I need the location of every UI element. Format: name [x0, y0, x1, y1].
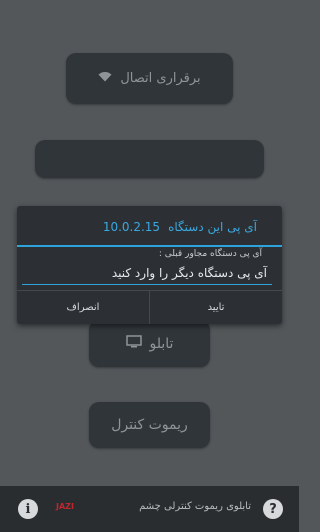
neighbor-ip-label: آی پی دستگاه مجاور قبلی :: [158, 249, 262, 259]
confirm-button[interactable]: تایید: [150, 291, 282, 324]
wifi-icon: [98, 71, 112, 86]
dialog-button-row: انصراف تایید: [17, 290, 282, 324]
dialog-title-divider: [17, 245, 282, 247]
neighbor-ip-input[interactable]: آی پی دستگاه دیگر را وارد کنید: [22, 261, 272, 285]
app-name: تابلوی ریموت کنترلی چشم: [139, 501, 251, 512]
remote-control-button[interactable]: ریموت کنترل: [89, 402, 210, 448]
tablo-button[interactable]: تابلو: [89, 320, 210, 367]
neighbor-ip-input-text: آی پی دستگاه دیگر را وارد کنید: [111, 265, 267, 280]
connect-label: برقراری اتصال: [120, 71, 201, 86]
monitor-icon: [125, 335, 142, 352]
help-icon[interactable]: ?: [263, 499, 283, 519]
info-icon[interactable]: i: [18, 499, 38, 519]
remote-control-label: ریموت کنترل: [111, 417, 188, 433]
brand-logo: JAZI: [56, 502, 74, 511]
tablo-label: تابلو: [149, 335, 174, 352]
dialog-title: آی پی این دستگاه 10.0.2.15: [17, 216, 282, 238]
device-ip-address: 10.0.2.15: [102, 220, 161, 234]
ip-dialog: آی پی این دستگاه 10.0.2.15 آی پی دستگاه …: [17, 206, 282, 324]
status-display: [35, 140, 264, 178]
footer-bar: i JAZI تابلوی ریموت کنترلی چشم ?: [0, 486, 299, 532]
dialog-title-text: آی پی این دستگاه: [168, 220, 257, 234]
cancel-button[interactable]: انصراف: [17, 291, 149, 324]
connect-button[interactable]: برقراری اتصال: [66, 53, 233, 104]
